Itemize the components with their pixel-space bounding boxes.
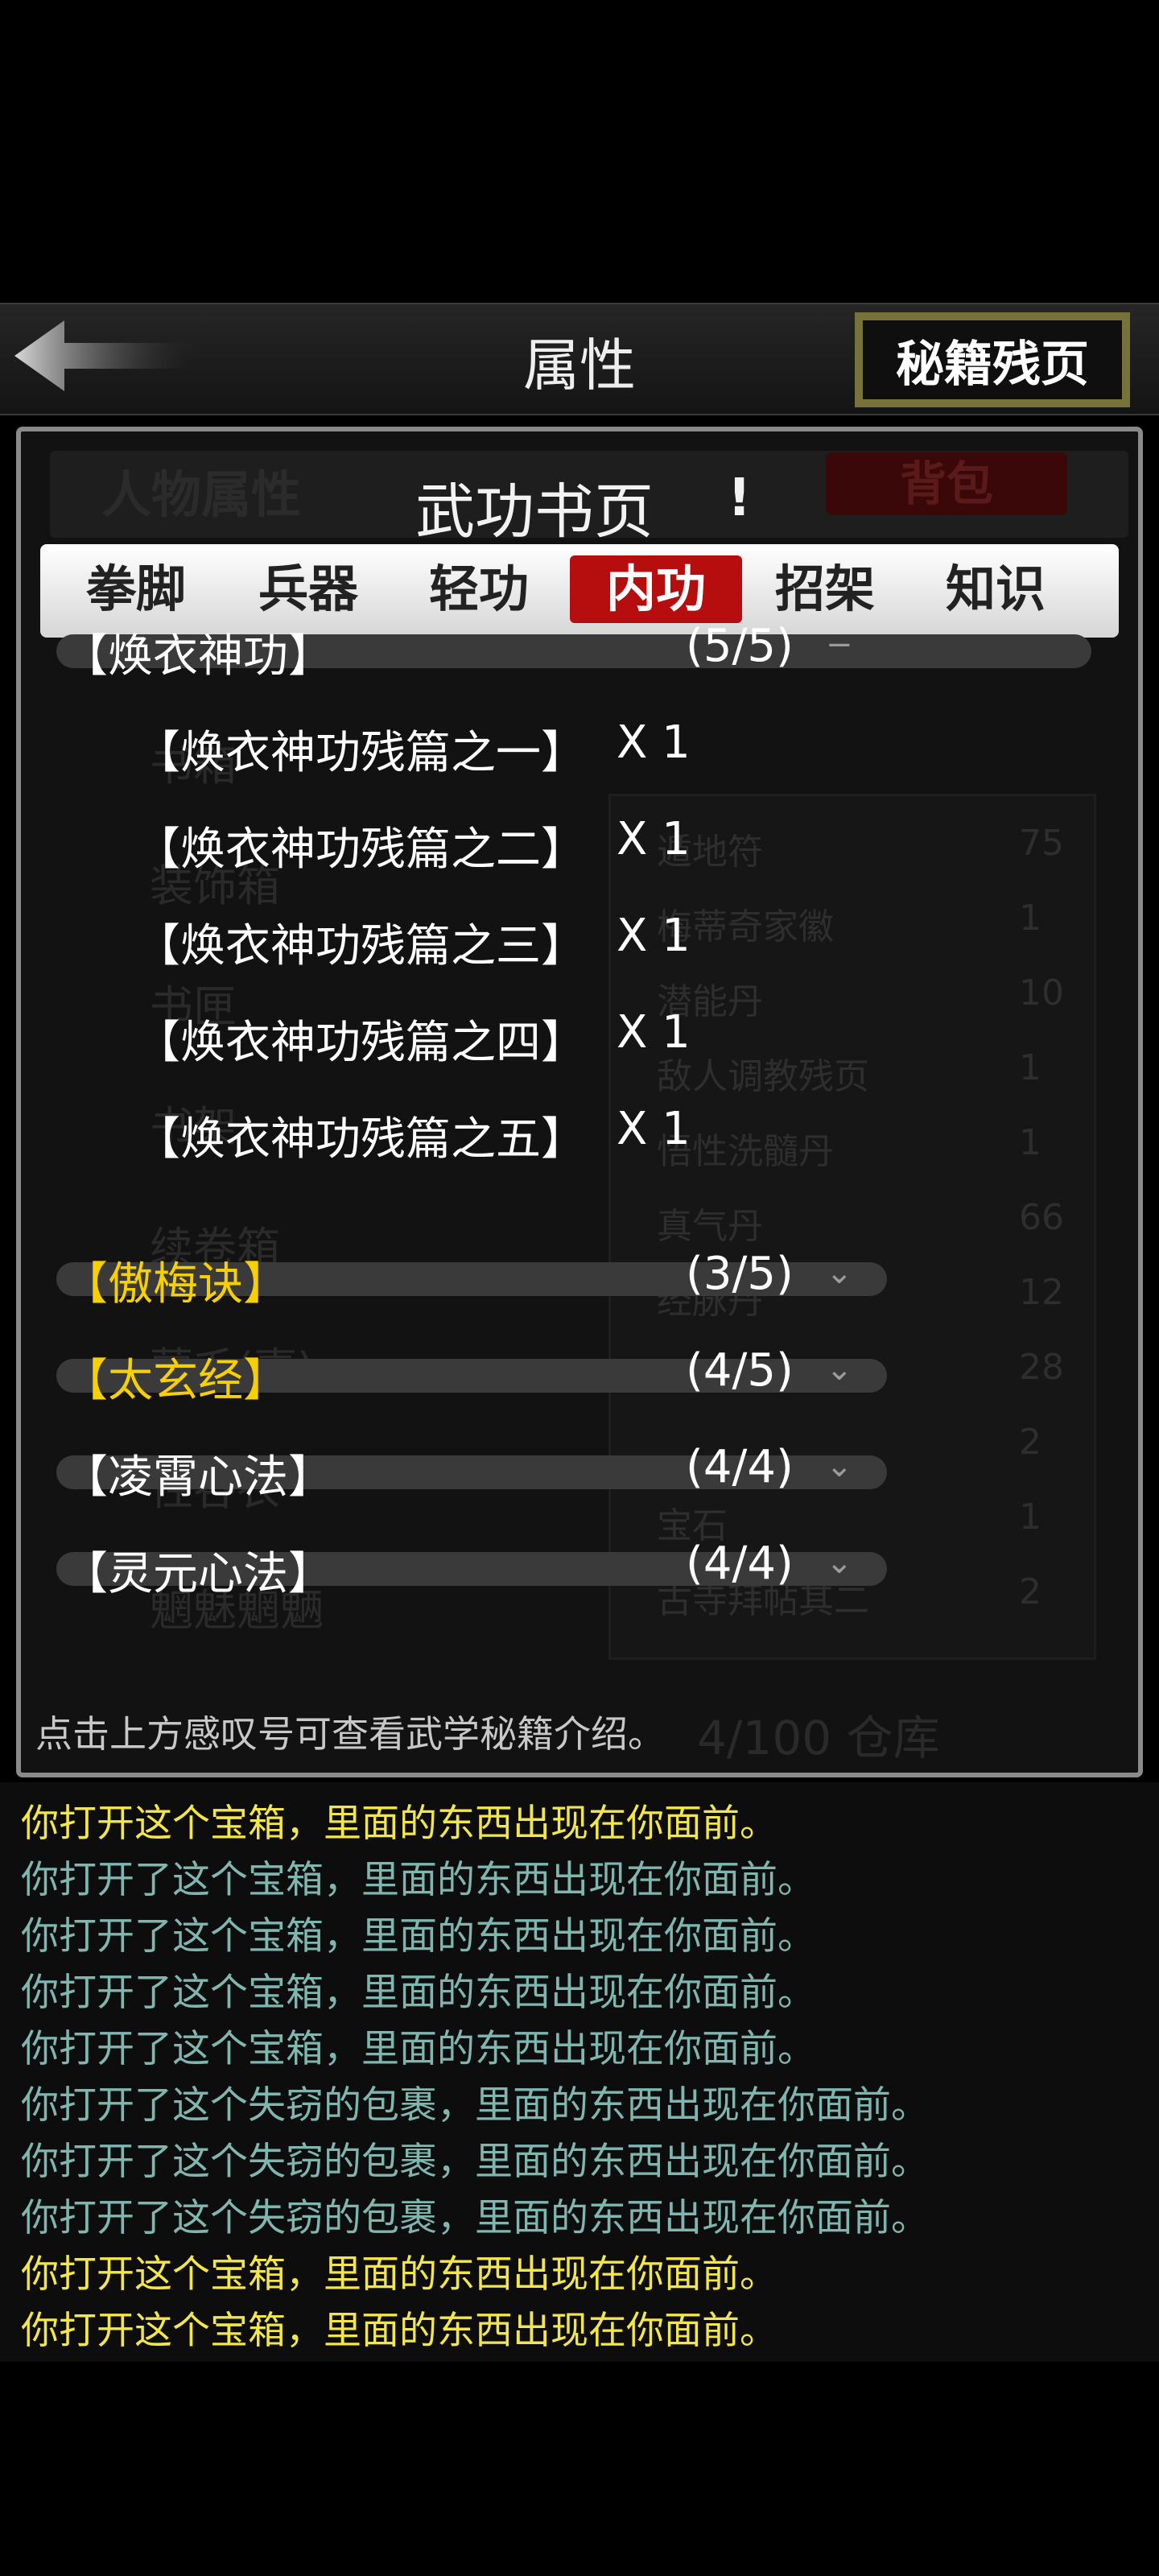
background-item-count: 1 <box>1019 1496 1041 1538</box>
fragment-name: 【焕衣神功残篇之四】 <box>135 1017 586 1069</box>
log-line: 你打开了这个宝箱，里面的东西出现在你面前。 <box>21 2027 815 2071</box>
background-item-name: 真气丹 <box>657 1206 763 1247</box>
hint-text: 点击上方感叹号可查看武学秘籍介绍。 <box>35 1712 665 1756</box>
background-item-count: 1 <box>1019 1047 1041 1088</box>
fragment-quantity: X 1 <box>617 1006 691 1059</box>
book-pages-panel: 人物属性 背包 遁地符 75 梅蒂奇家徽 1 潜能丹 10 敌人调教残页 1 悟性洗髓丹 1 真气丹… <box>16 427 1143 1777</box>
tab-5[interactable]: 知识 <box>909 555 1082 623</box>
section-progress: (5/5) <box>686 620 794 672</box>
page-title: 属性 <box>523 332 636 398</box>
background-item-count: 75 <box>1019 823 1064 864</box>
fragment-quantity: X 1 <box>617 910 691 962</box>
section-title[interactable]: 【太玄经】 <box>63 1344 288 1410</box>
info-exclaim-button[interactable]: ! <box>728 469 751 528</box>
section-progress: (4/5) <box>686 1344 794 1397</box>
log-line: 你打开了这个失窃的包裹，里面的东西出现在你面前。 <box>21 2140 929 2184</box>
expand-icon[interactable]: ⌄ <box>826 1254 853 1291</box>
log-line: 你打开这个宝箱，里面的东西出现在你面前。 <box>21 2252 777 2297</box>
section-progress: (4/4) <box>686 1441 794 1493</box>
back-arrow-icon[interactable] <box>14 316 192 396</box>
book-title: 武功书页 <box>415 477 654 547</box>
log-line: 你打开这个宝箱，里面的东西出现在你面前。 <box>21 2309 777 2353</box>
background-item-count: 2 <box>1019 1571 1041 1612</box>
section-title[interactable]: 【凌霄心法】 <box>63 1441 333 1506</box>
background-item-count: 66 <box>1019 1197 1064 1238</box>
fragment-name: 【焕衣神功残篇之二】 <box>135 824 586 876</box>
log-line: 你打开了这个失窃的包裹，里面的东西出现在你面前。 <box>21 2196 929 2240</box>
background-item-count: 28 <box>1019 1347 1064 1388</box>
secret-pages-button[interactable]: 秘籍残页 <box>855 312 1130 407</box>
log-line: 你打开了这个失窃的包裹，里面的东西出现在你面前。 <box>21 2083 929 2128</box>
fragment-quantity: X 1 <box>617 1103 691 1155</box>
background-item-count: 1 <box>1019 898 1041 939</box>
tab-4[interactable]: 招架 <box>739 555 911 623</box>
log-line: 你打开了这个宝箱，里面的东西出现在你面前。 <box>21 1971 815 2015</box>
background-item-count: 10 <box>1019 972 1064 1013</box>
background-attr-label: 人物属性 <box>101 465 302 524</box>
log-line: 你打开了这个宝箱，里面的东西出现在你面前。 <box>21 1858 815 1902</box>
log-line: 你打开了这个宝箱，里面的东西出现在你面前。 <box>21 1914 815 1959</box>
tab-1[interactable]: 兵器 <box>222 555 394 623</box>
background-item-count: 2 <box>1019 1422 1041 1463</box>
fragment-name: 【焕衣神功残篇之五】 <box>135 1113 586 1166</box>
tab-3[interactable]: 内功 <box>570 555 742 623</box>
expand-icon[interactable]: ⌄ <box>826 1351 853 1388</box>
section-title[interactable]: 【焕衣神功】 <box>63 620 333 685</box>
tab-0[interactable]: 拳脚 <box>50 555 222 623</box>
message-log: 你打开这个宝箱，里面的东西出现在你面前。 你打开了这个宝箱，里面的东西出现在你面前… <box>0 1782 1159 2362</box>
collapse-icon[interactable]: − <box>826 626 853 663</box>
section-progress: (4/4) <box>686 1538 794 1590</box>
background-storage-label: 4/100 仓库 <box>697 1711 940 1765</box>
section-title[interactable]: 【灵元心法】 <box>63 1538 333 1603</box>
log-line: 你打开这个宝箱，里面的东西出现在你面前。 <box>21 1802 777 1846</box>
expand-icon[interactable]: ⌄ <box>826 1544 853 1581</box>
background-item-count: 12 <box>1019 1272 1064 1313</box>
fragment-quantity: X 1 <box>617 716 691 769</box>
section-title[interactable]: 【傲梅诀】 <box>63 1248 288 1313</box>
tab-2[interactable]: 轻功 <box>393 555 565 623</box>
fragment-name: 【焕衣神功残篇之三】 <box>135 920 586 972</box>
section-progress: (3/5) <box>686 1248 794 1300</box>
background-bag-label: 背包 <box>826 452 1067 515</box>
background-item-count: 1 <box>1019 1122 1041 1163</box>
fragment-name: 【焕衣神功残篇之一】 <box>135 727 586 779</box>
fragment-quantity: X 1 <box>617 813 691 865</box>
expand-icon[interactable]: ⌄ <box>826 1447 853 1484</box>
